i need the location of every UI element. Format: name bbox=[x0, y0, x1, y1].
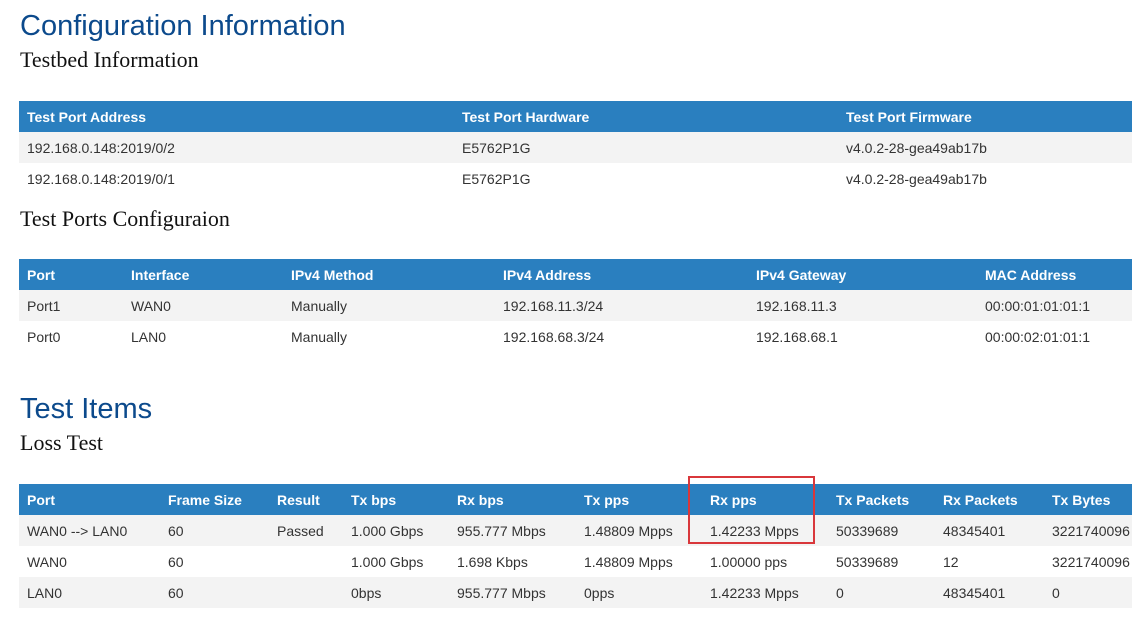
column-header: IPv4 Gateway bbox=[748, 259, 977, 290]
column-header: Result bbox=[269, 484, 343, 515]
column-header: Test Port Hardware bbox=[454, 101, 838, 132]
table-row: 192.168.0.148:2019/0/1 E5762P1G v4.0.2-2… bbox=[19, 163, 1132, 194]
configuration-title: Configuration Information bbox=[20, 10, 346, 42]
loss-test-subtitle: Loss Test bbox=[20, 430, 104, 455]
table-cell: 48345401 bbox=[935, 577, 1044, 608]
column-header: Rx Packets bbox=[935, 484, 1044, 515]
table-cell: 1.48809 Mpps bbox=[576, 515, 702, 546]
table-cell: 1.42233 Mpps bbox=[702, 577, 828, 608]
column-header: Port bbox=[19, 484, 160, 515]
table-cell: 3221740096 bbox=[1044, 515, 1132, 546]
table-cell: 192.168.11.3 bbox=[748, 290, 977, 321]
table-header-row: Port Interface IPv4 Method IPv4 Address … bbox=[19, 259, 1132, 290]
table-cell: Manually bbox=[283, 290, 495, 321]
table-cell: E5762P1G bbox=[454, 163, 838, 194]
table-cell: 60 bbox=[160, 515, 269, 546]
column-header: Rx pps bbox=[702, 484, 828, 515]
table-cell: 1.00000 pps bbox=[702, 546, 828, 577]
table-cell: 0bps bbox=[343, 577, 449, 608]
ports-config-table: Port Interface IPv4 Method IPv4 Address … bbox=[19, 259, 1132, 353]
table-cell: WAN0 bbox=[19, 546, 160, 577]
table-cell bbox=[269, 546, 343, 577]
table-cell: 00:00:01:01:01:1 bbox=[977, 290, 1132, 321]
table-cell: 1.48809 Mpps bbox=[576, 546, 702, 577]
table-cell: 1.000 Gbps bbox=[343, 515, 449, 546]
table-row: Port1 WAN0 Manually 192.168.11.3/24 192.… bbox=[19, 290, 1132, 321]
table-cell bbox=[269, 577, 343, 608]
table-cell: 3221740096 bbox=[1044, 546, 1132, 577]
column-header: Tx bps bbox=[343, 484, 449, 515]
table-cell: 955.777 Mbps bbox=[449, 515, 576, 546]
table-cell: 192.168.0.148:2019/0/1 bbox=[19, 163, 454, 194]
table-cell: LAN0 bbox=[123, 321, 283, 353]
column-header: Test Port Address bbox=[19, 101, 454, 132]
table-cell: 1.698 Kbps bbox=[449, 546, 576, 577]
column-header: Test Port Firmware bbox=[838, 101, 1132, 132]
table-cell: v4.0.2-28-gea49ab17b bbox=[838, 163, 1132, 194]
column-header: Tx Packets bbox=[828, 484, 935, 515]
table-cell: 12 bbox=[935, 546, 1044, 577]
table-cell: Port0 bbox=[19, 321, 123, 353]
column-header: Interface bbox=[123, 259, 283, 290]
table-cell: 50339689 bbox=[828, 546, 935, 577]
table-cell: 192.168.0.148:2019/0/2 bbox=[19, 132, 454, 163]
table-cell: WAN0 --> LAN0 bbox=[19, 515, 160, 546]
column-header: IPv4 Method bbox=[283, 259, 495, 290]
table-row: WAN0 60 1.000 Gbps 1.698 Kbps 1.48809 Mp… bbox=[19, 546, 1132, 577]
table-cell: 0 bbox=[1044, 577, 1132, 608]
loss-test-table: Port Frame Size Result Tx bps Rx bps Tx … bbox=[19, 484, 1132, 608]
table-cell: 60 bbox=[160, 577, 269, 608]
table-row: LAN0 60 0bps 955.777 Mbps 0pps 1.42233 M… bbox=[19, 577, 1132, 608]
table-cell: 50339689 bbox=[828, 515, 935, 546]
table-cell: LAN0 bbox=[19, 577, 160, 608]
table-row: Port0 LAN0 Manually 192.168.68.3/24 192.… bbox=[19, 321, 1132, 353]
table-cell: 1.000 Gbps bbox=[343, 546, 449, 577]
table-header-row: Test Port Address Test Port Hardware Tes… bbox=[19, 101, 1132, 132]
table-cell: 192.168.68.1 bbox=[748, 321, 977, 353]
testbed-table: Test Port Address Test Port Hardware Tes… bbox=[19, 101, 1132, 194]
table-cell: 1.42233 Mpps bbox=[702, 515, 828, 546]
table-cell: 955.777 Mbps bbox=[449, 577, 576, 608]
ports-config-subtitle: Test Ports Configuraion bbox=[20, 206, 230, 231]
report-page: Configuration Information Testbed Inform… bbox=[0, 0, 1132, 634]
column-header: Tx Bytes bbox=[1044, 484, 1132, 515]
table-cell: E5762P1G bbox=[454, 132, 838, 163]
column-header: MAC Address bbox=[977, 259, 1132, 290]
table-cell: Passed bbox=[269, 515, 343, 546]
column-header: Tx pps bbox=[576, 484, 702, 515]
table-cell: 192.168.11.3/24 bbox=[495, 290, 748, 321]
test-items-title: Test Items bbox=[20, 393, 153, 425]
column-header: Rx bps bbox=[449, 484, 576, 515]
table-cell: 00:00:02:01:01:1 bbox=[977, 321, 1132, 353]
table-cell: Manually bbox=[283, 321, 495, 353]
table-cell: 60 bbox=[160, 546, 269, 577]
table-row: WAN0 --> LAN0 60 Passed 1.000 Gbps 955.7… bbox=[19, 515, 1132, 546]
table-cell: 48345401 bbox=[935, 515, 1044, 546]
table-header-row: Port Frame Size Result Tx bps Rx bps Tx … bbox=[19, 484, 1132, 515]
testbed-subtitle: Testbed Information bbox=[20, 47, 199, 72]
column-header: Port bbox=[19, 259, 123, 290]
table-row: 192.168.0.148:2019/0/2 E5762P1G v4.0.2-2… bbox=[19, 132, 1132, 163]
column-header: IPv4 Address bbox=[495, 259, 748, 290]
table-cell: 0pps bbox=[576, 577, 702, 608]
table-cell: WAN0 bbox=[123, 290, 283, 321]
table-cell: 192.168.68.3/24 bbox=[495, 321, 748, 353]
table-cell: v4.0.2-28-gea49ab17b bbox=[838, 132, 1132, 163]
table-cell: 0 bbox=[828, 577, 935, 608]
table-cell: Port1 bbox=[19, 290, 123, 321]
column-header: Frame Size bbox=[160, 484, 269, 515]
